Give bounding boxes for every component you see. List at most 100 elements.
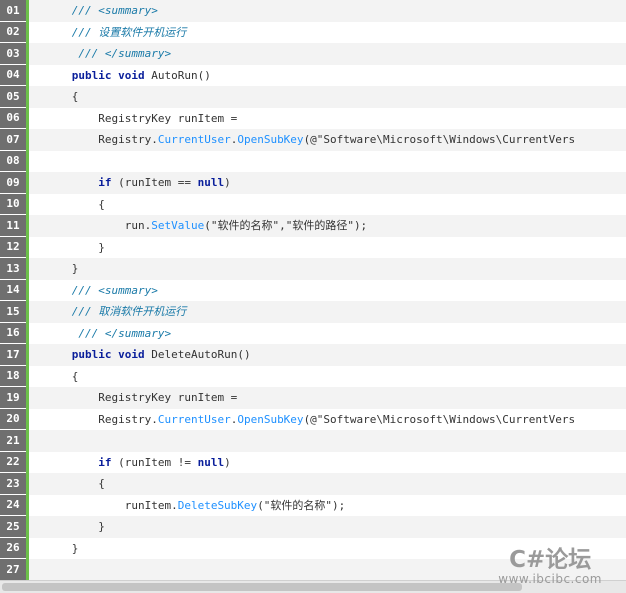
code-line: 23 { [0,473,626,495]
line-number: 07 [0,129,26,151]
gutter-bar [26,516,29,538]
code-line: 22 if (runItem != null) [0,451,626,473]
line-number: 14 [0,279,26,301]
line-number: 12 [0,236,26,258]
code-text: public void DeleteAutoRun() [32,344,626,366]
line-number: 27 [0,559,26,580]
line-number: 19 [0,387,26,409]
code-plain: ) [224,455,231,469]
line-number: 03 [0,43,26,65]
gutter-bar [26,473,29,495]
code-text: } [32,516,626,538]
code-line: 16 /// </summary> [0,322,626,344]
code-line: 04 public void AutoRun() [0,64,626,86]
code-line: 12 } [0,236,626,258]
code-line: 09 if (runItem == null) [0,172,626,194]
code-viewer: 01 /// <summary> 02 /// 设置软件开机运行 03 /// </… [0,0,626,580]
site-watermark: C#论坛 www.ibcibc.com [498,548,602,586]
code-text: /// </summary> [32,43,626,65]
code-comment: /// <summary> [71,4,158,17]
code-text: RegistryKey runItem = [32,108,626,130]
gutter-bar [26,559,29,580]
line-number: 04 [0,64,26,86]
gutter-bar [26,193,29,215]
line-number: 01 [0,0,26,22]
code-plain: ("软件的名称","软件的路径"); [204,219,368,232]
code-plain: Registry. [98,133,158,146]
code-line: 24 runItem.DeleteSubKey("软件的名称"); [0,494,626,517]
code-plain: } [98,520,105,533]
code-line: 14 /// <summary> [0,279,626,302]
line-number: 11 [0,215,26,237]
scrollbar-thumb[interactable] [2,583,522,591]
code-comment: /// </summary> [78,326,172,340]
code-line: 17 public void DeleteAutoRun() [0,344,626,366]
code-line: 25 } [0,516,626,538]
code-text: { [32,194,626,216]
line-number: 02 [0,21,26,43]
gutter-bar [26,430,29,452]
code-keyword: public [71,68,112,82]
code-line: 10 { [0,193,626,216]
code-line: 20 Registry.CurrentUser.OpenSubKey(@"Sof… [0,408,626,430]
gutter-bar [26,387,29,409]
code-line: 13 } [0,258,626,280]
line-number: 20 [0,408,26,430]
code-keyword: null [197,455,225,469]
gutter-bar [26,494,29,516]
line-number: 18 [0,365,26,387]
gutter-bar [26,344,29,366]
gutter-bar [26,215,29,237]
line-number: 25 [0,516,26,538]
code-text: { [32,366,626,388]
code-plain: (runItem != [111,455,198,469]
code-line: 11 run.SetValue("软件的名称","软件的路径"); [0,215,626,237]
code-text: /// 取消软件开机运行 [32,301,626,323]
code-line: 05 { [0,86,626,108]
gutter-bar [26,150,29,172]
code-plain: runItem. [124,498,178,512]
code-plain: } [98,240,105,254]
line-number: 16 [0,322,26,344]
code-text: /// <summary> [32,0,626,22]
code-plain: { [71,369,79,383]
code-text: } [32,258,626,280]
code-line: 01 /// <summary> [0,0,626,22]
line-number: 05 [0,86,26,108]
watermark-title: C#论坛 [509,547,592,573]
code-member: DeleteSubKey [177,498,258,512]
code-text: /// 设置软件开机运行 [32,22,626,44]
code-keyword: public [71,348,112,361]
code-line: 03 /// </summary> [0,43,626,65]
line-number: 10 [0,193,26,215]
code-member: CurrentUser [157,133,231,146]
code-member: CurrentUser [157,412,231,426]
code-member: SetValue [151,219,205,232]
code-line: 08 [0,150,626,172]
code-comment: /// 取消软件开机运行 [71,305,187,318]
code-plain: ) [224,176,231,189]
code-text: runItem.DeleteSubKey("软件的名称"); [32,495,626,517]
code-line: 19 RegistryKey runItem = [0,387,626,409]
line-number: 17 [0,344,26,366]
code-plain: RegistryKey runItem = [98,111,238,125]
code-plain: (@"Software\Microsoft\Windows\CurrentVer… [303,412,576,426]
line-number: 24 [0,494,26,516]
code-keyword: if [98,455,112,469]
code-text: /// <summary> [32,280,626,302]
